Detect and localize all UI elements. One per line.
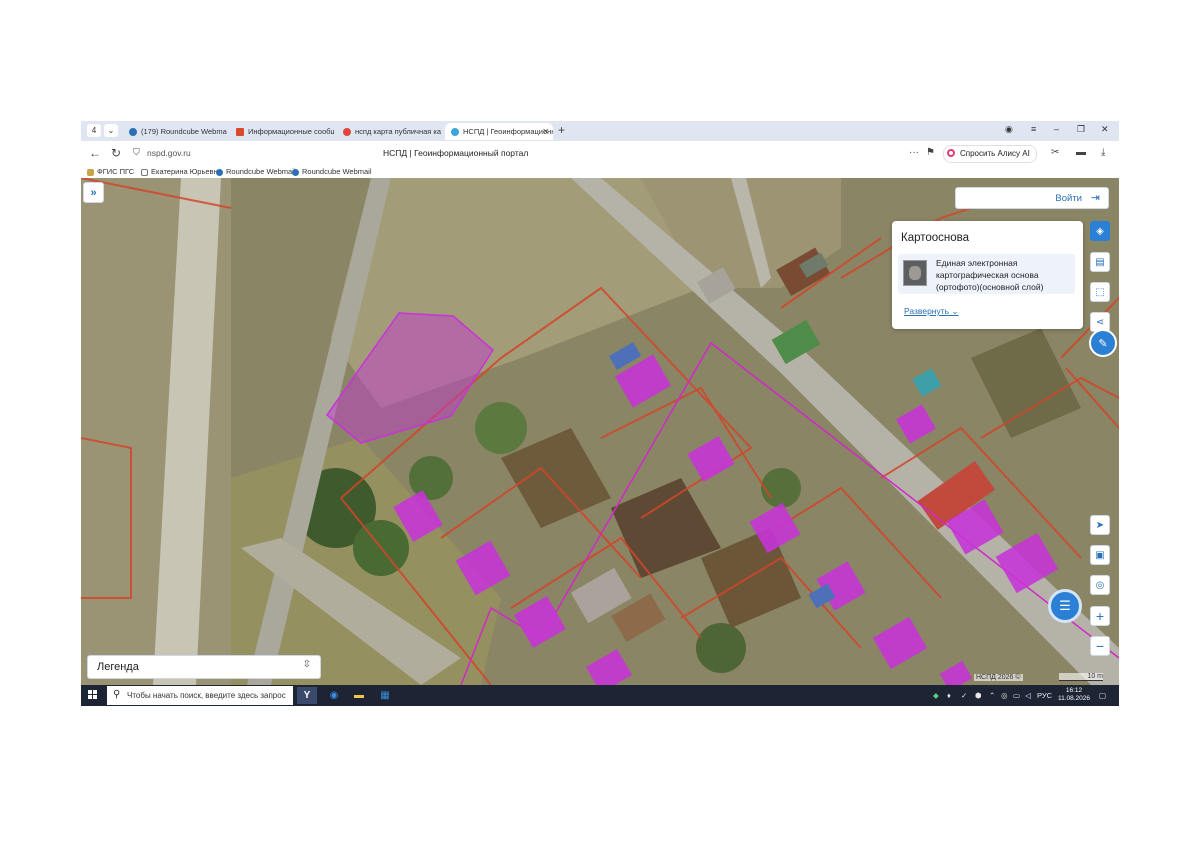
bookmark-item[interactable]: ФГИС ПГС — [87, 166, 134, 178]
orthophoto-thumbnail-icon — [903, 260, 927, 286]
bookmark-label: Roundcube Webmail — [302, 167, 372, 176]
tab-label: НСПД | Геоинформационный портал — [463, 127, 553, 136]
document-icon — [141, 168, 148, 176]
bookmark-label: Екатерина Юрьевна — [151, 167, 222, 176]
windows-start-icon[interactable] — [88, 690, 98, 700]
browser-window: 4 ⌄ (179) Roundcube Webmail Информационн… — [81, 121, 1119, 706]
volume-icon[interactable]: ◁ — [1025, 691, 1031, 700]
search-placeholder: Чтобы начать поиск, введите здесь запрос — [127, 691, 286, 700]
new-tab-button[interactable]: + — [558, 124, 565, 137]
extensions-icon[interactable]: ✂ — [1051, 147, 1059, 158]
nspd-favicon-icon — [451, 128, 459, 137]
feedback-icon[interactable]: ✎ — [1089, 329, 1117, 357]
menu-icon[interactable]: ≡ — [1031, 124, 1036, 134]
location-pin-icon[interactable]: ◎ — [1090, 575, 1110, 595]
tab-label: (179) Roundcube Webmail — [141, 127, 227, 136]
url-field[interactable]: nspd.gov.ru — [147, 148, 191, 158]
minimize-icon[interactable]: – — [1054, 124, 1059, 134]
legend-label: Легенда — [97, 661, 139, 673]
expand-panel-button[interactable]: » — [83, 182, 104, 203]
language-indicator[interactable]: РУС — [1037, 691, 1052, 700]
edge-icon[interactable]: ◉ — [324, 687, 344, 704]
tab-count-badge[interactable]: 4 — [87, 124, 101, 137]
login-button[interactable]: Войти ⇥ — [955, 187, 1109, 209]
sort-arrows-icon: ⇳ — [302, 659, 311, 670]
roundcube-icon — [292, 168, 299, 176]
taskbar-search-input[interactable]: ⚲ Чтобы начать поиск, введите здесь запр… — [107, 686, 293, 705]
login-arrow-icon: ⇥ — [1090, 192, 1100, 204]
close-window-icon[interactable]: ✕ — [1101, 124, 1109, 135]
chevron-down-icon[interactable]: ⌄ — [104, 124, 118, 137]
bookmark-item[interactable]: Roundcube Webmail — [216, 166, 296, 178]
flag-favicon-icon — [236, 128, 244, 137]
tab-label: Информационные сообщения — [248, 127, 334, 136]
tab-roundcube[interactable]: (179) Roundcube Webmail — [123, 123, 227, 140]
tray-app-icon[interactable]: ◎ — [1001, 691, 1008, 700]
alice-label: Спросить Алису AI — [960, 149, 1030, 158]
roundcube-icon — [216, 168, 223, 176]
protect-icon[interactable]: ▬ — [1076, 147, 1086, 158]
notifications-icon[interactable]: ▢ — [1099, 691, 1106, 700]
tab-bar: 4 ⌄ (179) Roundcube Webmail Информационн… — [81, 121, 1119, 141]
download-icon[interactable]: ⤓ — [1101, 147, 1105, 158]
tab-nspd-portal[interactable]: НСПД | Геоинформационный портал ✕ — [445, 123, 553, 140]
legend-select[interactable]: Легенда ⇳ — [87, 655, 321, 679]
bookmark-favicon-icon — [87, 168, 94, 176]
basemap-layer-label: Единая электронная картографическая осно… — [936, 258, 1044, 292]
address-bar: ← ↻ ⛉ nspd.gov.ru НСПД | Геоинформационн… — [81, 141, 1119, 166]
bookmark-item[interactable]: Roundcube Webmail — [292, 166, 372, 178]
expand-label: Развернуть — [904, 306, 950, 316]
bookmark-label: Roundcube Webmail — [226, 167, 296, 176]
word-icon[interactable]: ▦ — [375, 687, 395, 704]
search-icon: ⚲ — [113, 689, 121, 700]
back-arrow-icon[interactable]: ← — [89, 146, 101, 160]
reload-icon[interactable]: ↻ — [111, 146, 121, 160]
scale-bar: 10 m — [1059, 673, 1103, 681]
basemap-panel: Картооснова Единая электронная картограф… — [892, 221, 1083, 329]
roundcube-favicon-icon — [129, 128, 137, 137]
chat-icon[interactable]: ☰ — [1048, 589, 1082, 623]
basemap-layer-item[interactable]: Единая электронная картографическая осно… — [898, 254, 1075, 294]
select-area-icon[interactable]: ⬚ — [1090, 282, 1110, 302]
tab-search-nspd[interactable]: нспд карта публичная кадастровая — [337, 123, 441, 140]
profile-icon[interactable]: ◉ — [1005, 124, 1013, 135]
windows-taskbar: ⚲ Чтобы начать поиск, введите здесь запр… — [81, 685, 1119, 706]
restore-icon[interactable]: ❐ — [1077, 124, 1085, 135]
print-icon[interactable]: ▣ — [1090, 545, 1110, 565]
tab-info-messages[interactable]: Информационные сообщения — [230, 123, 334, 140]
bookmark-label: ФГИС ПГС — [97, 167, 135, 176]
page-title: НСПД | Геоинформационный портал — [383, 148, 529, 158]
ask-alice-button[interactable]: Спросить Алису AI — [943, 145, 1037, 163]
ruler-icon[interactable]: ▤ — [1090, 252, 1110, 272]
network-icon[interactable]: ▭ — [1013, 691, 1020, 700]
close-tab-icon[interactable]: ✕ — [542, 123, 549, 140]
security-shield-icon[interactable]: ⛉ — [133, 147, 140, 158]
tray-app-icon[interactable]: ⬢ — [975, 691, 982, 700]
clock-time: 16:12 — [1065, 687, 1083, 694]
copyright-text: НСПД 2026 © — [974, 674, 1023, 681]
yandex-browser-icon[interactable]: Y — [297, 687, 317, 704]
tray-app-icon[interactable]: ♦ — [947, 691, 951, 700]
file-explorer-icon[interactable]: ▬ — [349, 687, 369, 704]
map-view[interactable]: » Войти ⇥ Картооснова Единая электронная… — [81, 178, 1119, 685]
tray-app-icon[interactable]: ✓ — [961, 691, 967, 700]
more-options-icon[interactable]: ··· — [909, 147, 919, 158]
basemap-title: Картооснова — [901, 232, 970, 244]
zoom-out-icon[interactable]: − — [1090, 636, 1110, 656]
expand-link[interactable]: Развернуть ⌄ — [904, 306, 959, 317]
chevron-up-icon[interactable]: ⌃ — [989, 691, 995, 700]
layers-icon[interactable]: ◈ — [1090, 221, 1110, 241]
bookmark-icon[interactable]: ⚑ — [926, 147, 935, 158]
tab-label: нспд карта публичная кадастровая — [355, 127, 441, 136]
yandex-favicon-icon — [343, 128, 351, 137]
locate-arrow-icon[interactable]: ➤ — [1090, 515, 1110, 535]
zoom-in-icon[interactable]: + — [1090, 606, 1110, 626]
alice-icon — [947, 149, 955, 157]
login-label: Войти — [1055, 193, 1082, 204]
bookmark-item[interactable]: Екатерина Юрьевна — [141, 166, 222, 178]
tray-app-icon[interactable]: ◆ — [933, 691, 939, 700]
clock[interactable]: 16:12 11.08.2026 — [1057, 687, 1091, 703]
clock-date: 11.08.2026 — [1057, 695, 1091, 702]
